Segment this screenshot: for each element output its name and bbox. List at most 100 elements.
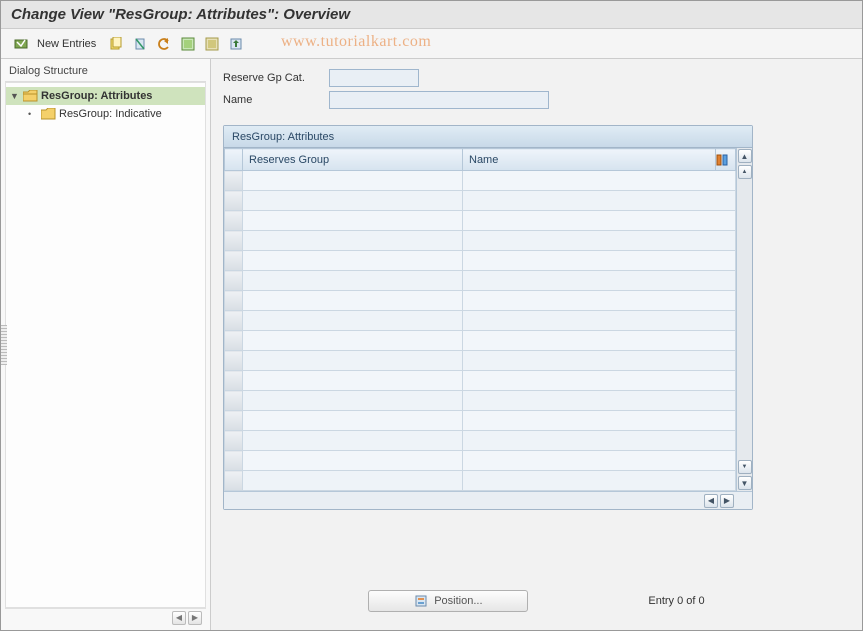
column-header-name[interactable]: Name [463, 149, 716, 171]
row-selector[interactable] [225, 431, 243, 451]
table-row[interactable] [225, 411, 736, 431]
cell-reserves-group[interactable] [243, 331, 463, 351]
reserve-gp-cat-input[interactable] [329, 69, 419, 87]
cell-reserves-group[interactable] [243, 171, 463, 191]
scroll-up-button[interactable]: ▲ [738, 149, 752, 163]
cell-reserves-group[interactable] [243, 391, 463, 411]
table-row[interactable] [225, 391, 736, 411]
row-selector[interactable] [225, 271, 243, 291]
cell-reserves-group[interactable] [243, 471, 463, 491]
cell-name[interactable] [463, 191, 736, 211]
row-selector[interactable] [225, 391, 243, 411]
cell-name[interactable] [463, 311, 736, 331]
sidebar-hscroll: ◀ ▶ [5, 608, 206, 626]
column-header-reserves-group[interactable]: Reserves Group [243, 149, 463, 171]
scroll-left-button[interactable]: ◀ [172, 611, 186, 625]
deselect-all-icon[interactable] [202, 34, 222, 54]
cell-reserves-group[interactable] [243, 271, 463, 291]
undo-icon[interactable] [154, 34, 174, 54]
tree-node-label: ResGroup: Attributes [41, 90, 152, 102]
table-row[interactable] [225, 271, 736, 291]
cell-reserves-group[interactable] [243, 411, 463, 431]
cell-name[interactable] [463, 211, 736, 231]
cell-name[interactable] [463, 391, 736, 411]
cell-name[interactable] [463, 471, 736, 491]
delete-icon[interactable] [130, 34, 150, 54]
table-vscrollbar[interactable]: ▲ ▲ ▼ ▼ [736, 148, 752, 491]
row-selector[interactable] [225, 451, 243, 471]
cell-reserves-group[interactable] [243, 251, 463, 271]
splitter-handle[interactable] [1, 325, 7, 365]
cell-reserves-group[interactable] [243, 291, 463, 311]
table-row[interactable] [225, 291, 736, 311]
cell-reserves-group[interactable] [243, 351, 463, 371]
row-selector[interactable] [225, 351, 243, 371]
table-row[interactable] [225, 451, 736, 471]
cell-name[interactable] [463, 251, 736, 271]
dialog-structure-sidebar: Dialog Structure ▼ ResGroup: Attributes … [1, 59, 211, 630]
cell-reserves-group[interactable] [243, 371, 463, 391]
cell-reserves-group[interactable] [243, 231, 463, 251]
position-button[interactable]: Position... [368, 590, 528, 612]
row-selector[interactable] [225, 411, 243, 431]
scroll-left-button[interactable]: ◀ [704, 494, 718, 508]
export-icon[interactable] [226, 34, 246, 54]
row-selector[interactable] [225, 251, 243, 271]
collapse-icon[interactable]: ▼ [10, 91, 22, 101]
cell-name[interactable] [463, 351, 736, 371]
table-row[interactable] [225, 331, 736, 351]
new-entries-button[interactable]: New Entries [35, 38, 102, 50]
cell-name[interactable] [463, 411, 736, 431]
table-row[interactable] [225, 191, 736, 211]
row-selector[interactable] [225, 171, 243, 191]
copy-icon[interactable] [106, 34, 126, 54]
scroll-up-fast-button[interactable]: ▲ [738, 165, 752, 179]
table-row[interactable] [225, 171, 736, 191]
table-row[interactable] [225, 251, 736, 271]
cell-reserves-group[interactable] [243, 211, 463, 231]
cell-name[interactable] [463, 291, 736, 311]
cell-name[interactable] [463, 271, 736, 291]
scroll-down-button[interactable]: ▼ [738, 476, 752, 490]
cell-name[interactable] [463, 171, 736, 191]
row-selector[interactable] [225, 311, 243, 331]
cell-reserves-group[interactable] [243, 191, 463, 211]
table-row[interactable] [225, 311, 736, 331]
configure-columns-button[interactable] [716, 149, 736, 171]
cell-name[interactable] [463, 431, 736, 451]
row-selector[interactable] [225, 331, 243, 351]
table-row[interactable] [225, 351, 736, 371]
table-row[interactable] [225, 231, 736, 251]
table-row[interactable] [225, 471, 736, 491]
row-selector[interactable] [225, 371, 243, 391]
select-all-icon[interactable] [178, 34, 198, 54]
cell-name[interactable] [463, 451, 736, 471]
cell-name[interactable] [463, 331, 736, 351]
row-selector[interactable] [225, 191, 243, 211]
scroll-down-fast-button[interactable]: ▼ [738, 460, 752, 474]
content-area: Reserve Gp Cat. Name ResGroup: Attribute… [211, 59, 862, 630]
sidebar-header: Dialog Structure [5, 63, 206, 82]
row-selector[interactable] [225, 291, 243, 311]
scroll-right-button[interactable]: ▶ [188, 611, 202, 625]
window-title-bar: Change View "ResGroup: Attributes": Over… [1, 1, 862, 29]
toggle-view-icon[interactable] [11, 34, 31, 54]
bullet-icon: • [28, 109, 40, 119]
cell-name[interactable] [463, 231, 736, 251]
cell-name[interactable] [463, 371, 736, 391]
name-input[interactable] [329, 91, 549, 109]
select-all-header[interactable] [225, 149, 243, 171]
row-selector[interactable] [225, 471, 243, 491]
tree-node-resgroup-indicative[interactable]: • ResGroup: Indicative [6, 105, 205, 123]
table-row[interactable] [225, 371, 736, 391]
cell-reserves-group[interactable] [243, 431, 463, 451]
table-row[interactable] [225, 431, 736, 451]
scroll-right-button[interactable]: ▶ [720, 494, 734, 508]
cell-reserves-group[interactable] [243, 311, 463, 331]
row-selector[interactable] [225, 231, 243, 251]
tree-node-resgroup-attributes[interactable]: ▼ ResGroup: Attributes [6, 87, 205, 105]
row-selector[interactable] [225, 211, 243, 231]
table-row[interactable] [225, 211, 736, 231]
cell-reserves-group[interactable] [243, 451, 463, 471]
open-folder-icon [22, 89, 38, 103]
